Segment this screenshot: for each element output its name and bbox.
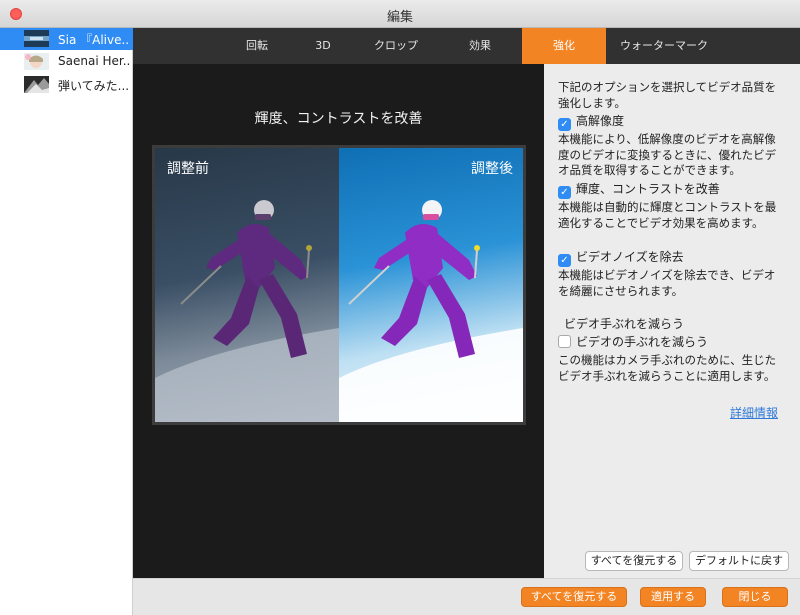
video-thumb-3 (24, 76, 49, 93)
skier-image-after (339, 200, 523, 422)
after-image: 調整後 (339, 148, 523, 422)
stabilize-label: ビデオの手ぶれを減らう (576, 335, 709, 349)
tab-watermark[interactable]: ウォーターマーク (608, 28, 720, 64)
enhance-options-panel: 下記のオプションを選択してビデオ品質を強化します。 ✓ 高解像度 本機能により、低… (544, 64, 800, 578)
tab-rotate[interactable]: 回転 (227, 28, 287, 64)
file-item-3[interactable]: 弾いてみた... (0, 74, 133, 96)
tab-enhance[interactable]: 強化 (522, 28, 606, 64)
apply-button[interactable]: 適用する (640, 587, 706, 607)
denoise-checkbox[interactable]: ✓ (558, 254, 571, 267)
before-after-comparison: 調整前 調整後 (152, 145, 526, 425)
video-thumb-2 (24, 53, 49, 70)
file-name: 弾いてみた... (58, 79, 130, 93)
file-list: Sia 『Alive... Saenai Her... 弾いてみた... (0, 28, 133, 615)
brightness-description: 本機能は自動的に輝度とコントラストを最適化することでビデオ効果を高めます。 (558, 200, 777, 230)
file-name: Sia 『Alive... (58, 33, 130, 47)
title-bar: 編集 (0, 0, 800, 28)
brightness-label: 輝度、コントラストを改善 (576, 182, 720, 196)
options-intro: 下記のオプションを選択してビデオ品質を強化します。 (558, 80, 777, 110)
upscale-checkbox-row[interactable]: ✓ 高解像度 (558, 112, 625, 131)
tab-crop[interactable]: クロップ (358, 28, 434, 64)
stabilize-checkbox-row[interactable]: ビデオの手ぶれを減らう (558, 333, 708, 349)
after-label: 調整後 (471, 161, 513, 177)
close-button[interactable]: 閉じる (722, 587, 788, 607)
details-link[interactable]: 詳細情報 (730, 404, 778, 421)
skier-image-before (155, 200, 339, 422)
upscale-checkbox[interactable]: ✓ (558, 118, 571, 131)
preview-title: 輝度、コントラストを改善 (254, 111, 423, 127)
panel-restore-all-button[interactable]: すべてを復元する (585, 551, 683, 571)
video-thumb-1 (24, 30, 49, 47)
brightness-checkbox-row[interactable]: ✓ 輝度、コントラストを改善 (558, 180, 720, 199)
preview-pane: 輝度、コントラストを改善 調整前 調整後 (133, 64, 544, 578)
stabilize-checkbox[interactable] (558, 335, 571, 348)
reset-default-button[interactable]: デフォルトに戻す (689, 551, 789, 571)
upscale-label: 高解像度 (576, 114, 625, 128)
tab-effect[interactable]: 効果 (446, 28, 514, 64)
file-name: Saenai Her... (58, 54, 130, 68)
tab-3d[interactable]: 3D (298, 28, 348, 64)
file-item-2[interactable]: Saenai Her... (0, 51, 133, 73)
window-title: 編集 (386, 10, 413, 25)
brightness-checkbox[interactable]: ✓ (558, 186, 571, 199)
file-item-1[interactable]: Sia 『Alive... (0, 28, 133, 50)
before-label: 調整前 (167, 161, 209, 177)
edit-tab-bar: 回転 3D クロップ 効果 強化 ウォーターマーク (133, 28, 800, 64)
denoise-label: ビデオノイズを除去 (576, 250, 684, 264)
upscale-description: 本機能により、低解像度のビデオを高解像度のビデオに変換するときに、優れたビデオ品… (558, 132, 777, 177)
stabilize-heading: ビデオ手ぶれを減らう (564, 317, 685, 331)
denoise-description: 本機能はビデオノイズを除去でき、ビデオを綺麗にさせられます。 (558, 268, 776, 298)
before-image: 調整前 (155, 148, 339, 422)
bottom-action-bar: すべてを復元する 適用する 閉じる (133, 578, 800, 615)
denoise-checkbox-row[interactable]: ✓ ビデオノイズを除去 (558, 248, 684, 267)
stabilize-description: この機能はカメラ手ぶれのために、生じたビデオ手ぶれを減らうことに適用します。 (558, 353, 777, 383)
restore-all-button[interactable]: すべてを復元する (521, 587, 627, 607)
